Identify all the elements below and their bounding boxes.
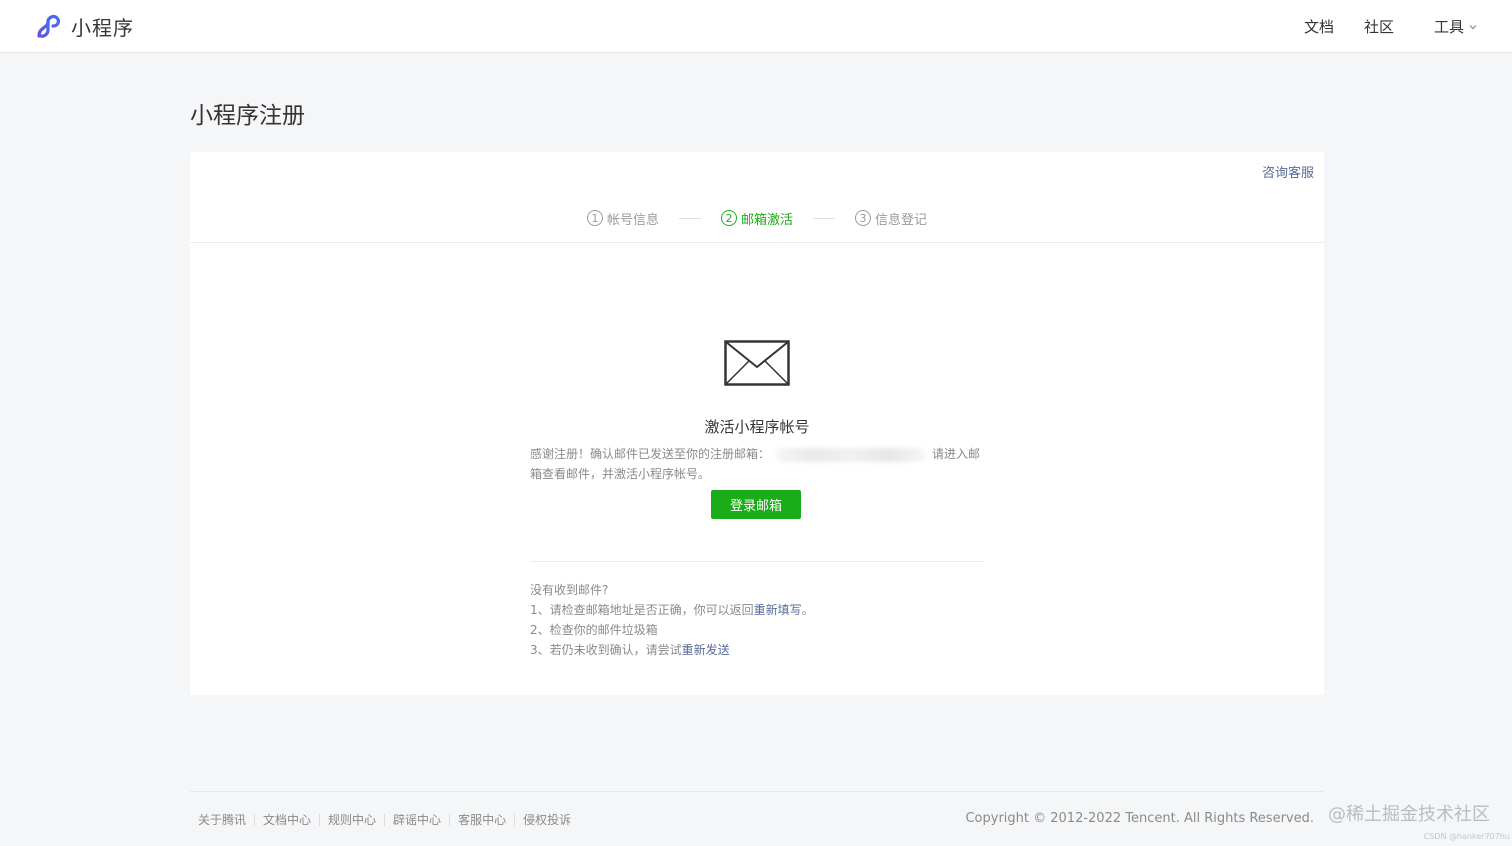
tips-line-2: 2、检查你的邮件垃圾箱 (530, 623, 658, 637)
redacted-email (776, 447, 927, 462)
step-info-registration: 3 信息登记 (855, 209, 927, 228)
step-label: 信息登记 (875, 212, 928, 228)
step-label: 帐号信息 (606, 212, 659, 228)
copyright-text: Copyright © 2012-2022 Tencent. All Right… (965, 811, 1314, 826)
nav-tools-label: 工具 (1433, 18, 1464, 36)
step-connector (678, 217, 701, 219)
page-title: 小程序注册 (190, 103, 305, 129)
nav-tools-dropdown[interactable]: 工具 (1434, 16, 1478, 37)
consult-service-link[interactable]: 咨询客服 (1262, 162, 1314, 181)
desc-prefix: 感谢注册！确认邮件已发送至你的注册邮箱： (530, 447, 771, 461)
tips-line-1-suffix: 。 (801, 603, 814, 617)
footer-link-rumor-center[interactable]: 辟谣中心 (385, 811, 449, 828)
tips-line-1: 1、请检查邮箱地址是否正确，你可以返回重新填写。 (530, 600, 1030, 620)
registration-steps: 1 帐号信息 2 邮箱激活 3 信息登记 (190, 208, 1324, 228)
no-email-tips: 没有收到邮件? 1、请检查邮箱地址是否正确，你可以返回重新填写。 2、检查你的邮… (530, 580, 1030, 660)
step-number: 2 (720, 210, 737, 226)
step-account-info: 1 帐号信息 (586, 209, 659, 228)
login-email-button[interactable]: 登录邮箱 (711, 490, 801, 519)
watermark-small-text: CSDN @hanker707hu (1423, 832, 1510, 841)
step-email-activation: 2 邮箱激活 (720, 209, 793, 228)
brand-logo-link[interactable]: 小程序 (34, 12, 134, 40)
brand-name: 小程序 (71, 15, 134, 40)
tips-heading: 没有收到邮件? (530, 583, 609, 597)
footer-links: 关于腾讯 文档中心 规则中心 辟谣中心 客服中心 侵权投诉 (190, 811, 579, 828)
nav-docs-link[interactable]: 文档 (1304, 16, 1334, 37)
step-connector (813, 217, 835, 219)
watermark-text: @稀土掘金技术社区 (1328, 804, 1490, 825)
resend-link[interactable]: 重新发送 (682, 643, 730, 657)
step-number: 3 (855, 210, 871, 226)
tips-line-3: 3、若仍未收到确认，请尝试重新发送 (530, 640, 1030, 660)
footer-link-about-tencent[interactable]: 关于腾讯 (190, 811, 254, 828)
tips-line-1-text: 1、请检查邮箱地址是否正确，你可以返回 (530, 603, 754, 617)
footer-link-service-center[interactable]: 客服中心 (450, 811, 514, 828)
tips-line-3-text: 3、若仍未收到确认，请尝试 (530, 643, 682, 657)
step-number: 1 (586, 210, 603, 226)
top-header: 小程序 文档 社区 工具 (0, 0, 1512, 53)
activation-description: 感谢注册！确认邮件已发送至你的注册邮箱： 请进入邮箱查看邮件，并激活小程序帐号。 (530, 444, 984, 484)
content-divider (530, 561, 984, 562)
registration-card: 咨询客服 1 帐号信息 2 邮箱激活 3 信息登记 激活小程序帐号 感谢注册！确… (190, 152, 1324, 695)
activate-title: 激活小程序帐号 (704, 418, 810, 436)
footer-divider (190, 791, 1324, 792)
miniprogram-logo-icon (37, 15, 60, 38)
refill-link[interactable]: 重新填写 (754, 603, 802, 617)
step-label: 邮箱激活 (740, 212, 793, 228)
top-nav: 文档 社区 工具 (1274, 0, 1478, 53)
nav-community-link[interactable]: 社区 (1364, 16, 1394, 37)
footer-link-docs-center[interactable]: 文档中心 (255, 811, 319, 828)
chevron-down-icon (1469, 24, 1477, 29)
footer-link-infringement-complaint[interactable]: 侵权投诉 (515, 811, 579, 828)
envelope-icon (724, 340, 790, 386)
footer-link-rules-center[interactable]: 规则中心 (320, 811, 384, 828)
card-divider (190, 242, 1324, 243)
